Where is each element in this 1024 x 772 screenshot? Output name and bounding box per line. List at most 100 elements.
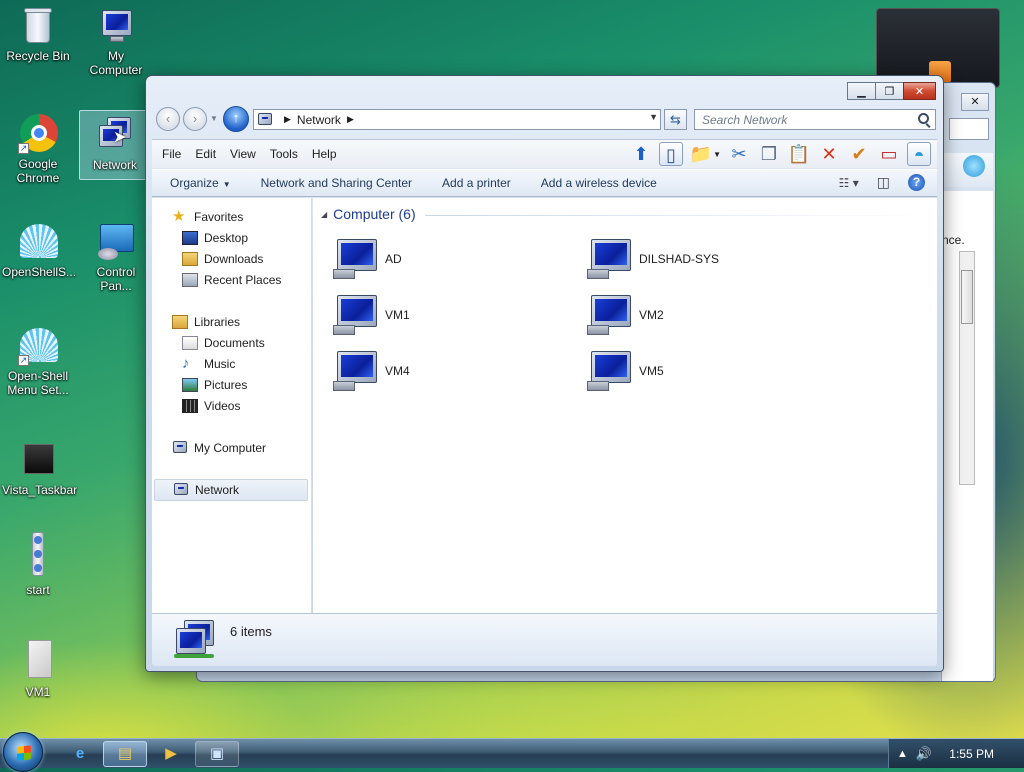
cut-icon[interactable]: ✂ — [727, 142, 751, 166]
desktop-icon-openshell-settings[interactable]: ↗ Open-Shell Menu Set... — [2, 326, 74, 397]
computer-icon — [331, 349, 379, 393]
network-icon — [174, 620, 218, 662]
network-item-vm5[interactable]: VM5 — [585, 348, 825, 394]
minimize-button[interactable]: ▁ — [847, 82, 876, 100]
nav-documents[interactable]: Documents — [182, 333, 265, 353]
nav-videos[interactable]: Videos — [182, 396, 240, 416]
preview-pane-icon[interactable]: ◫ — [877, 174, 890, 191]
start-button[interactable] — [3, 732, 43, 772]
shortcut-arrow-icon: ↗ — [18, 355, 29, 366]
navigation-pane: ★ Favorites Desktop Downloads Recent Plac… — [152, 198, 312, 613]
explorer-window[interactable]: ▁ ❐ ✕ ‹ › ▼ ↑ ▶ Network ▶ ▼ ⇆ Search Net… — [145, 75, 944, 672]
up-button[interactable]: ↑ — [223, 106, 249, 132]
shell-icon: ↗ — [18, 326, 58, 366]
address-bar[interactable]: ▶ Network ▶ ▼ — [253, 109, 661, 130]
desktop-icon-chrome[interactable]: ↗ Google Chrome — [2, 114, 74, 185]
search-field[interactable] — [949, 118, 989, 140]
add-printer-button[interactable]: Add a printer — [442, 176, 511, 190]
history-dropdown-icon[interactable]: ▼ — [210, 114, 218, 123]
menu-file[interactable]: File — [162, 147, 181, 161]
desktop-icon-network[interactable]: ➤ Network — [79, 110, 151, 180]
nav-network[interactable]: Network — [154, 479, 308, 501]
views-icon[interactable]: ☷ ▾ — [839, 176, 859, 190]
nav-favorites[interactable]: ★ Favorites — [172, 207, 243, 227]
clock[interactable]: 1:55 PM — [949, 747, 994, 761]
network-item-vm4[interactable]: VM4 — [331, 348, 571, 394]
tray-expand-icon[interactable]: ▲ — [897, 748, 908, 760]
ie-icon[interactable]: e — [58, 741, 102, 767]
control-panel-taskbar-button[interactable]: ▣ — [195, 741, 239, 767]
up-arrow-icon[interactable]: ⬆ — [629, 142, 653, 166]
pictures-icon — [182, 378, 198, 392]
refresh-button[interactable]: ⇆ — [664, 109, 687, 130]
menu-bar: File Edit View Tools Help ⬆ ▯ 📁 ▼ ✂ ❐ 📋 … — [152, 139, 937, 168]
folder-options-icon[interactable]: 📁 — [689, 142, 713, 166]
menu-view[interactable]: View — [230, 147, 256, 161]
nav-downloads[interactable]: Downloads — [182, 249, 263, 269]
nav-libraries[interactable]: Libraries — [172, 312, 240, 332]
content-pane: ◢ Computer (6) AD DILSHAD-SYS VM1 VM2 VM… — [313, 198, 937, 613]
nav-label: Videos — [204, 399, 241, 413]
nav-pictures[interactable]: Pictures — [182, 375, 247, 395]
start-file-icon — [18, 532, 58, 580]
search-input[interactable]: Search Network — [694, 109, 936, 130]
organize-button[interactable]: Organize ▼ — [170, 176, 231, 190]
desktop-icon-recycle-bin[interactable]: Recycle Bin — [2, 6, 74, 63]
menu-edit[interactable]: Edit — [195, 147, 216, 161]
desktop-icon-vista-taskbar[interactable]: Vista_Taskbar — [2, 440, 77, 497]
desktop-icon-label: VM1 — [25, 685, 51, 699]
nav-label: Favorites — [194, 210, 244, 224]
help-icon[interactable]: ? — [908, 174, 925, 191]
desktop-icon-start[interactable]: start — [2, 532, 74, 597]
desktop-icon-openshell[interactable]: OpenShellS... — [2, 222, 76, 279]
paste-icon[interactable]: 📋 — [787, 142, 811, 166]
back-button[interactable]: ‹ — [156, 107, 180, 131]
desktop-icon-label: Network — [92, 158, 137, 172]
desktop-icon-vm1[interactable]: VM1 — [2, 638, 74, 699]
computer-icon — [331, 293, 379, 337]
breadcrumb-network[interactable]: Network — [297, 113, 341, 127]
media-player-icon[interactable]: ▶ — [149, 741, 193, 767]
desktop-icon-control-panel[interactable]: Control Pan... — [80, 222, 152, 293]
nav-desktop[interactable]: Desktop — [182, 228, 248, 248]
desktop-icon-label: start — [26, 583, 50, 597]
nav-label: Libraries — [194, 315, 241, 329]
group-header[interactable]: ◢ Computer (6) — [321, 206, 416, 222]
downloads-folder-icon — [182, 252, 198, 266]
volume-icon[interactable]: 🔊 — [916, 746, 932, 762]
scrollbar-thumb[interactable] — [961, 270, 973, 324]
address-dropdown-icon[interactable]: ▼ — [649, 112, 658, 122]
delete-icon[interactable]: ✕ — [817, 142, 841, 166]
nav-music[interactable]: ♪ Music — [182, 354, 235, 374]
copy-icon[interactable]: ❐ — [757, 142, 781, 166]
menu-tools[interactable]: Tools — [270, 147, 298, 161]
nav-label: Network — [195, 483, 240, 497]
scrollbar[interactable] — [959, 251, 975, 485]
shell-icon[interactable]: ◓ — [907, 142, 931, 166]
properties-icon[interactable]: ▭ — [877, 142, 901, 166]
dropdown-icon[interactable]: ▼ — [713, 150, 721, 159]
explorer-taskbar-button[interactable]: ▤ — [103, 741, 147, 767]
network-item-ad[interactable]: AD — [331, 236, 571, 282]
desktop-icon-my-computer[interactable]: My Computer — [80, 6, 152, 77]
maximize-button[interactable]: ❐ — [875, 82, 904, 100]
check-icon[interactable]: ✔ — [847, 142, 871, 166]
network-sharing-center-button[interactable]: Network and Sharing Center — [261, 176, 412, 190]
close-icon[interactable]: ✕ — [961, 93, 989, 111]
preview-pane-icon[interactable]: ▯ — [659, 142, 684, 166]
breadcrumb-arrow-icon[interactable]: ▶ — [347, 114, 354, 125]
forward-button[interactable]: › — [183, 107, 207, 131]
add-wireless-device-button[interactable]: Add a wireless device — [541, 176, 657, 190]
collapse-icon[interactable]: ◢ — [321, 210, 327, 219]
network-item-vm2[interactable]: VM2 — [585, 292, 825, 338]
close-button[interactable]: ✕ — [903, 82, 936, 100]
nav-my-computer[interactable]: My Computer — [172, 438, 266, 458]
nav-recent-places[interactable]: Recent Places — [182, 270, 281, 290]
network-item-vm1[interactable]: VM1 — [331, 292, 571, 338]
organize-label: Organize — [170, 176, 219, 190]
search-icon[interactable] — [918, 113, 929, 124]
menu-help[interactable]: Help — [312, 147, 337, 161]
network-item-dilshad-sys[interactable]: DILSHAD-SYS — [585, 236, 825, 282]
desktop-icon-label: Google Chrome — [16, 157, 60, 185]
shortcut-arrow-icon: ↗ — [18, 143, 29, 154]
